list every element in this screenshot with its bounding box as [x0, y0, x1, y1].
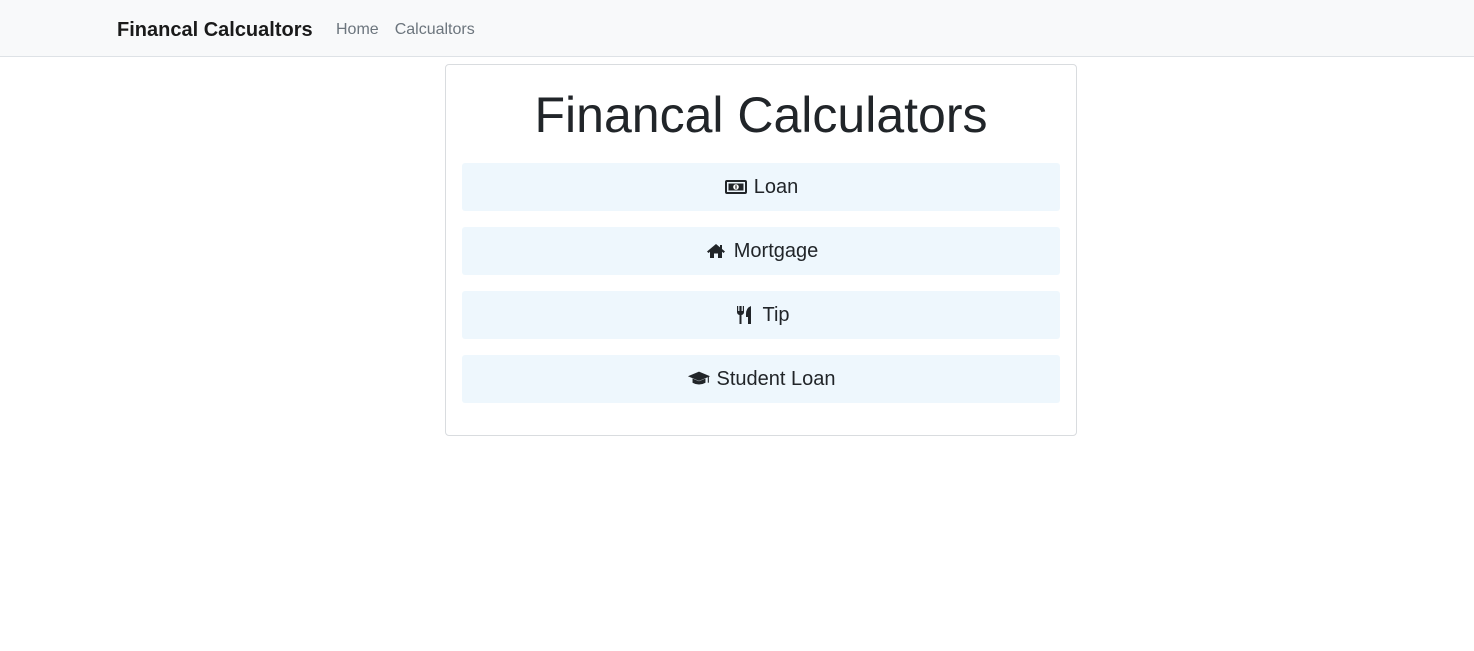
page-title: Financal Calculators	[534, 87, 988, 143]
home-icon	[704, 241, 728, 261]
tip-button-label: Tip	[762, 303, 790, 326]
student-loan-button-label: Student Loan	[716, 367, 836, 390]
navbar: Financal Calcualtors Home Calcualtors	[0, 0, 1474, 57]
graduation-cap-icon	[687, 369, 711, 389]
tip-button[interactable]: Tip	[462, 291, 1060, 339]
mortgage-button[interactable]: Mortgage	[462, 227, 1060, 275]
student-loan-button[interactable]: Student Loan	[462, 355, 1060, 403]
nav-link-calculators[interactable]: Calcualtors	[395, 20, 475, 40]
navbar-brand[interactable]: Financal Calcualtors	[117, 18, 313, 42]
nav-links: Home Calcualtors	[336, 20, 475, 40]
loan-button[interactable]: Loan	[462, 163, 1060, 211]
nav-link-home[interactable]: Home	[336, 20, 379, 40]
utensils-icon	[732, 305, 756, 325]
loan-button-label: Loan	[753, 175, 799, 198]
money-bill-icon	[724, 177, 748, 197]
mortgage-button-label: Mortgage	[733, 239, 819, 262]
calculators-card: Financal Calculators Loan Mortgage Tip S…	[445, 64, 1077, 436]
